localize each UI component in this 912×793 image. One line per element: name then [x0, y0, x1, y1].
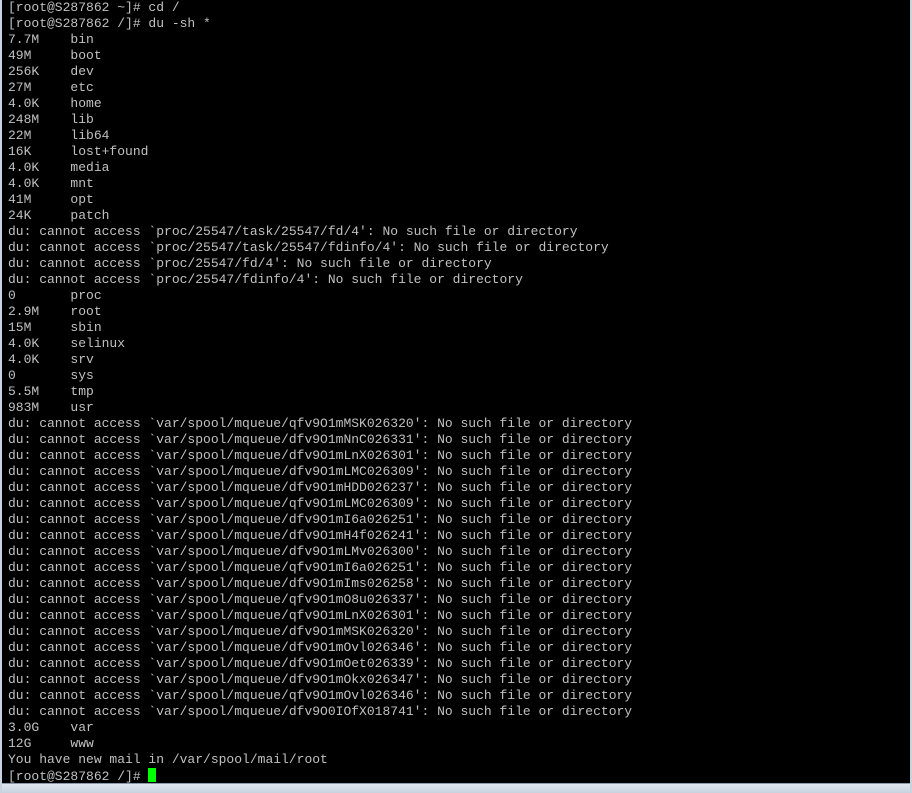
terminal-line: 256K dev — [8, 64, 94, 79]
terminal-line: 3.0G var — [8, 720, 94, 735]
terminal-line: du: cannot access `var/spool/mqueue/dfv9… — [8, 672, 633, 687]
terminal-line: du: cannot access `var/spool/mqueue/dfv9… — [8, 480, 633, 495]
terminal-line: 49M boot — [8, 48, 102, 63]
terminal-line: 2.9M root — [8, 304, 102, 319]
terminal-line: du: cannot access `var/spool/mqueue/dfv9… — [8, 528, 633, 543]
terminal-line: 22M lib64 — [8, 128, 110, 143]
terminal-line: 4.0K home — [8, 96, 102, 111]
terminal-line: du: cannot access `var/spool/mqueue/qfv9… — [8, 688, 633, 703]
terminal-line: 0 sys — [8, 368, 94, 383]
terminal-line: du: cannot access `var/spool/mqueue/qfv9… — [8, 560, 633, 575]
terminal-line: du: cannot access `var/spool/mqueue/dfv9… — [8, 432, 633, 447]
terminal-line: 4.0K selinux — [8, 336, 126, 351]
terminal-line: du: cannot access `var/spool/mqueue/qfv9… — [8, 608, 633, 623]
terminal-line: du: cannot access `proc/25547/task/25547… — [8, 224, 578, 239]
terminal-line: [root@S287862 ~]# cd / — [8, 0, 180, 15]
terminal-line: 4.0K srv — [8, 352, 94, 367]
terminal-line: du: cannot access `var/spool/mqueue/qfv9… — [8, 592, 633, 607]
terminal-line: du: cannot access `var/spool/mqueue/dfv9… — [8, 448, 633, 463]
terminal-line: 4.0K media — [8, 160, 110, 175]
terminal-line: 248M lib — [8, 112, 94, 127]
terminal-line: du: cannot access `var/spool/mqueue/dfv9… — [8, 704, 633, 719]
terminal-window[interactable]: [root@S287862 ~]# cd / [root@S287862 /]# … — [0, 0, 912, 793]
terminal-line: du: cannot access `var/spool/mqueue/dfv9… — [8, 576, 633, 591]
terminal-line: du: cannot access `var/spool/mqueue/qfv9… — [8, 416, 633, 431]
terminal-line: 27M etc — [8, 80, 94, 95]
terminal-line: 15M sbin — [8, 320, 102, 335]
window-bottom-border — [2, 783, 910, 793]
terminal-line: du: cannot access `var/spool/mqueue/dfv9… — [8, 544, 633, 559]
terminal-line: 7.7M bin — [8, 32, 94, 47]
terminal-line: du: cannot access `var/spool/mqueue/dfv9… — [8, 640, 633, 655]
terminal-line: du: cannot access `var/spool/mqueue/dfv9… — [8, 512, 633, 527]
terminal-line: du: cannot access `proc/25547/fdinfo/4':… — [8, 272, 523, 287]
terminal-output[interactable]: [root@S287862 ~]# cd / [root@S287862 /]# … — [8, 0, 908, 784]
terminal-line: You have new mail in /var/spool/mail/roo… — [8, 752, 328, 767]
terminal-line: 24K patch — [8, 208, 110, 223]
terminal-line: 5.5M tmp — [8, 384, 94, 399]
terminal-line: du: cannot access `var/spool/mqueue/dfv9… — [8, 656, 633, 671]
terminal-line: du: cannot access `var/spool/mqueue/dfv9… — [8, 624, 633, 639]
terminal-line: 16K lost+found — [8, 144, 149, 159]
terminal-line: du: cannot access `proc/25547/fd/4': No … — [8, 256, 492, 271]
terminal-line: [root@S287862 /]# du -sh * — [8, 16, 211, 31]
terminal-line: 12G www — [8, 736, 94, 751]
terminal-line: du: cannot access `var/spool/mqueue/qfv9… — [8, 496, 633, 511]
cursor-block[interactable] — [148, 768, 157, 782]
prompt-line[interactable]: [root@S287862 /]# — [8, 768, 908, 784]
terminal-line: du: cannot access `proc/25547/task/25547… — [8, 240, 609, 255]
terminal-line: du: cannot access `var/spool/mqueue/dfv9… — [8, 464, 633, 479]
terminal-line: 983M usr — [8, 400, 94, 415]
terminal-line: 41M opt — [8, 192, 94, 207]
shell-prompt: [root@S287862 /]# — [8, 769, 149, 784]
terminal-line: 0 proc — [8, 288, 102, 303]
terminal-line: 4.0K mnt — [8, 176, 94, 191]
